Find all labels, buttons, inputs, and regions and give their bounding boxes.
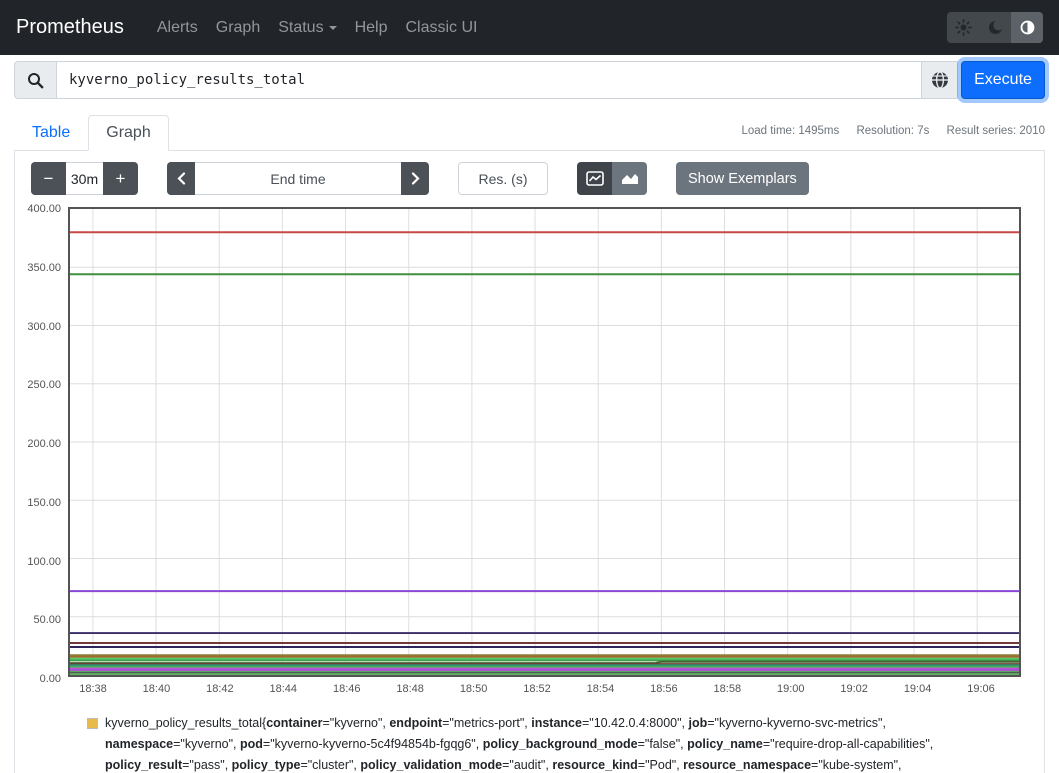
line-chart-button[interactable] bbox=[577, 162, 612, 195]
chart-type-toggle bbox=[577, 162, 647, 195]
y-tick-label: 200.00 bbox=[27, 437, 61, 451]
x-tick-label: 18:50 bbox=[460, 683, 488, 695]
decrease-range-button[interactable]: − bbox=[31, 162, 66, 195]
result-series-stat: Result series: 2010 bbox=[947, 125, 1045, 137]
time-forward-button[interactable] bbox=[401, 162, 429, 195]
stacked-chart-button[interactable] bbox=[612, 162, 647, 195]
light-theme-button[interactable] bbox=[947, 12, 979, 43]
legend-swatch bbox=[87, 718, 98, 729]
x-tick-label: 18:44 bbox=[270, 683, 298, 695]
y-tick-label: 150.00 bbox=[27, 496, 61, 510]
y-tick-label: 350.00 bbox=[27, 261, 61, 275]
top-navbar: Prometheus AlertsGraphStatusHelpClassic … bbox=[0, 0, 1059, 55]
plot-svg bbox=[70, 209, 1019, 675]
tabs-bar: Table Graph Load time: 1495ms Resolution… bbox=[14, 115, 1045, 151]
moon-icon bbox=[987, 19, 1004, 36]
x-tick-label: 18:58 bbox=[714, 683, 742, 695]
x-tick-label: 18:38 bbox=[79, 683, 107, 695]
chevron-right-icon bbox=[411, 172, 420, 185]
plot-region[interactable]: 400.00350.00300.00250.00200.00150.00100.… bbox=[68, 207, 1021, 677]
nav-item-graph[interactable]: Graph bbox=[207, 11, 269, 45]
area-chart-icon bbox=[621, 171, 639, 186]
graph-panel: − + bbox=[14, 151, 1045, 773]
search-icon-addon bbox=[14, 61, 56, 99]
chart-area: 400.00350.00300.00250.00200.00150.00100.… bbox=[31, 207, 1021, 677]
load-time-stat: Load time: 1495ms bbox=[741, 125, 839, 137]
range-control: − + bbox=[31, 162, 138, 195]
x-tick-label: 19:04 bbox=[904, 683, 932, 695]
show-exemplars-button[interactable]: Show Exemplars bbox=[676, 162, 809, 195]
execute-button[interactable]: Execute bbox=[961, 61, 1045, 99]
query-stats: Load time: 1495ms Resolution: 7s Result … bbox=[727, 125, 1045, 137]
end-time-control bbox=[167, 162, 429, 195]
chevron-left-icon bbox=[177, 172, 186, 185]
increase-range-button[interactable]: + bbox=[103, 162, 138, 195]
tab-graph[interactable]: Graph bbox=[88, 115, 168, 151]
app-brand[interactable]: Prometheus bbox=[16, 16, 124, 39]
navbar-links: AlertsGraphStatusHelpClassic UI bbox=[148, 11, 947, 45]
legend-item[interactable]: kyverno_policy_results_total{container="… bbox=[87, 713, 1028, 773]
graph-controls: − + bbox=[15, 151, 1044, 203]
y-tick-label: 50.00 bbox=[27, 613, 61, 627]
resolution-stat: Resolution: 7s bbox=[856, 125, 929, 137]
end-time-input[interactable] bbox=[195, 162, 401, 195]
theme-toggle-group bbox=[947, 12, 1043, 43]
y-tick-label: 100.00 bbox=[27, 555, 61, 569]
search-icon bbox=[27, 72, 44, 89]
contrast-icon bbox=[1019, 19, 1036, 36]
x-tick-label: 18:48 bbox=[396, 683, 424, 695]
nav-item-help[interactable]: Help bbox=[346, 11, 397, 45]
x-tick-label: 18:52 bbox=[523, 683, 551, 695]
x-tick-label: 19:06 bbox=[967, 683, 995, 695]
globe-icon bbox=[931, 71, 949, 89]
nav-item-classic-ui[interactable]: Classic UI bbox=[396, 11, 486, 45]
y-tick-label: 250.00 bbox=[27, 378, 61, 392]
query-input-group: Execute bbox=[14, 61, 1045, 99]
nav-item-status[interactable]: Status bbox=[269, 11, 345, 45]
y-tick-label: 400.00 bbox=[27, 202, 61, 216]
legend-series-label: kyverno_policy_results_total{container="… bbox=[105, 713, 950, 773]
range-input[interactable] bbox=[66, 162, 103, 195]
nav-item-alerts[interactable]: Alerts bbox=[148, 11, 207, 45]
y-tick-label: 300.00 bbox=[27, 320, 61, 334]
x-tick-label: 18:42 bbox=[206, 683, 234, 695]
y-tick-label: 0.00 bbox=[27, 672, 61, 686]
x-tick-label: 18:54 bbox=[587, 683, 615, 695]
x-tick-label: 18:40 bbox=[143, 683, 171, 695]
x-tick-label: 18:56 bbox=[650, 683, 678, 695]
sun-icon bbox=[955, 19, 972, 36]
tab-table[interactable]: Table bbox=[14, 115, 88, 151]
x-tick-label: 19:00 bbox=[777, 683, 805, 695]
time-back-button[interactable] bbox=[167, 162, 195, 195]
query-row: Execute bbox=[0, 55, 1059, 109]
x-tick-label: 18:46 bbox=[333, 683, 361, 695]
dark-theme-button[interactable] bbox=[979, 12, 1011, 43]
auto-theme-button[interactable] bbox=[1011, 12, 1043, 43]
series-line-step-10-to-11 bbox=[70, 662, 1019, 663]
resolution-input[interactable] bbox=[458, 162, 548, 195]
caret-down-icon bbox=[329, 26, 337, 30]
line-chart-icon bbox=[586, 171, 604, 186]
expression-input[interactable] bbox=[56, 61, 922, 99]
metrics-explorer-button[interactable] bbox=[922, 61, 958, 99]
x-tick-label: 19:02 bbox=[840, 683, 868, 695]
